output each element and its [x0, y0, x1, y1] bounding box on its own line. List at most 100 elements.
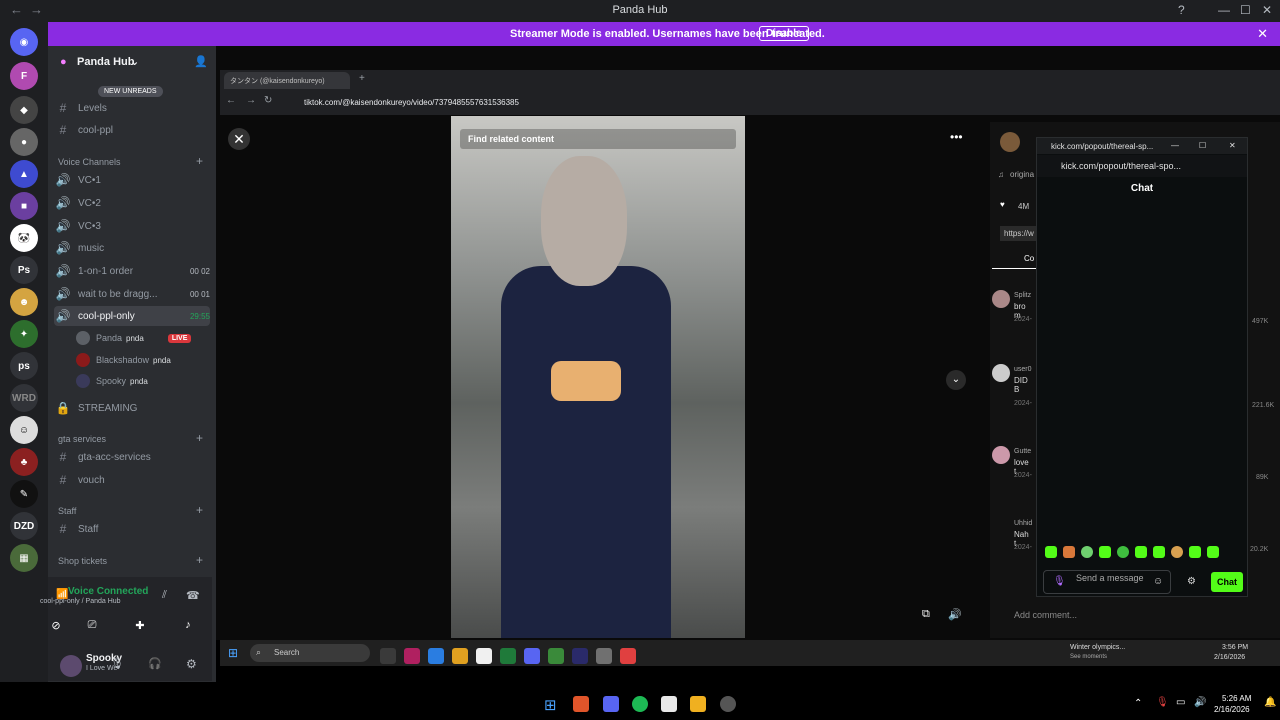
maximize-icon[interactable]: ☐ [1240, 3, 1251, 17]
emote-icon[interactable] [1081, 546, 1093, 558]
emote-icon[interactable] [1171, 546, 1183, 558]
channel-vouch[interactable]: # vouch [54, 470, 210, 490]
spotify-icon[interactable] [500, 648, 516, 664]
volume-icon[interactable]: 🔊 [948, 608, 962, 621]
server-icon[interactable]: ▦ [10, 544, 38, 572]
add-comment-input[interactable]: Add comment... [1010, 606, 1270, 626]
spotify-icon[interactable] [632, 696, 648, 712]
add-channel-icon[interactable]: + [196, 503, 203, 517]
channel-levels[interactable]: # Levels [54, 98, 210, 118]
emote-icon[interactable] [1135, 546, 1147, 558]
emote-icon[interactable] [1207, 546, 1219, 558]
noise-suppression-icon[interactable]: ⫽ [162, 589, 167, 602]
avatar[interactable] [60, 655, 82, 677]
tiktok-video[interactable] [451, 116, 745, 638]
app-icon[interactable] [572, 648, 588, 664]
server-icon[interactable]: ☻ [10, 288, 38, 316]
voice-channel-wait[interactable]: 🔊 wait to be dragg... 00 01 [54, 284, 210, 304]
channel-streaming[interactable]: 🔒 STREAMING [54, 398, 210, 418]
emote-icon[interactable] [1117, 546, 1129, 558]
close-video-icon[interactable]: ✕ [228, 128, 250, 150]
settings-gear-icon[interactable]: ⚙ [186, 657, 197, 671]
chevron-down-icon[interactable]: ⌄ [946, 370, 966, 390]
close-icon[interactable]: ✕ [1229, 141, 1236, 150]
emoji-icon[interactable]: ☺ [1153, 576, 1163, 587]
popout-address-bar[interactable]: kick.com/popout/thereal-spo... [1037, 155, 1247, 177]
add-channel-icon[interactable]: + [196, 431, 203, 445]
discord-icon[interactable] [524, 648, 540, 664]
settings-icon[interactable] [596, 648, 612, 664]
chat-send-button[interactable]: Chat [1211, 572, 1243, 592]
panda-hub-server-icon[interactable]: 🐼 [10, 224, 38, 252]
headphones-icon[interactable]: 🎧 [148, 657, 162, 670]
taskview-icon[interactable] [380, 648, 396, 664]
edge-icon[interactable] [428, 648, 444, 664]
emote-icon[interactable] [1189, 546, 1201, 558]
discord-icon[interactable] [603, 696, 619, 712]
disconnect-icon[interactable]: ☎ [186, 589, 200, 602]
category-voice-channels[interactable]: Voice Channels [58, 157, 121, 167]
store-icon[interactable] [476, 648, 492, 664]
voice-location[interactable]: cool-ppl-only / Panda Hub [40, 598, 190, 605]
taskbar-search[interactable]: Search [250, 644, 370, 662]
chevron-up-icon[interactable]: ⌃ [1134, 698, 1142, 709]
settings-gear-icon[interactable]: ⚙ [1187, 576, 1196, 587]
server-icon[interactable]: ♣ [10, 448, 38, 476]
voice-channel-music[interactable]: 🔊 music [54, 238, 210, 258]
category-gta-services[interactable]: gta services [58, 434, 106, 444]
reload-icon[interactable]: ↻ [264, 95, 272, 106]
chrome-icon[interactable] [620, 648, 636, 664]
add-channel-icon[interactable]: + [196, 154, 203, 168]
screen-share-icon[interactable]: ⎚ [74, 619, 110, 641]
obs-icon[interactable] [720, 696, 736, 712]
browser-tab[interactable]: タンタン (@kaisendonkureyo) [224, 72, 350, 89]
close-icon[interactable]: ✕ [1262, 3, 1272, 17]
windows-start-icon[interactable]: ⊞ [228, 646, 238, 660]
clock-time[interactable]: 5:26 AM [1222, 694, 1251, 703]
voice-member[interactable]: Spooky pnda [76, 372, 148, 390]
channel-gta-acc-services[interactable]: # gta-acc-services [54, 447, 210, 467]
maximize-icon[interactable]: ☐ [1199, 141, 1206, 150]
new-tab-icon[interactable]: + [359, 73, 365, 84]
channel-staff[interactable]: # Staff [54, 519, 210, 539]
activities-icon[interactable]: ✚ [122, 619, 158, 641]
close-banner-icon[interactable]: ✕ [1257, 26, 1268, 42]
picture-in-picture-icon[interactable]: ⧉ [922, 608, 930, 621]
voice-channel-cool-ppl-only[interactable]: 🔊 cool-ppl-only 29:55 [54, 306, 210, 326]
server-icon[interactable]: ✦ [10, 320, 38, 348]
category-shop-tickets[interactable]: Shop tickets [58, 556, 107, 566]
avatar[interactable] [1000, 132, 1020, 152]
channel-cool-ppl[interactable]: # cool-ppl [54, 120, 210, 140]
emote-icon[interactable] [1063, 546, 1075, 558]
voice-channel-vc3[interactable]: 🔊 VC•3 [54, 216, 210, 236]
server-icon-ps[interactable]: Ps [10, 256, 38, 284]
voice-member[interactable]: Blackshadow pnda [76, 351, 171, 369]
emote-icon[interactable] [1045, 546, 1057, 558]
file-explorer-icon[interactable] [690, 696, 706, 712]
server-icon[interactable]: ● [10, 128, 38, 156]
app-icon[interactable] [404, 648, 420, 664]
windows-start-icon[interactable]: ⊞ [544, 696, 557, 714]
server-icon-ps[interactable]: ps [10, 352, 38, 380]
add-member-icon[interactable]: 👤 [194, 55, 208, 68]
server-icon[interactable]: ✎ [10, 480, 38, 508]
server-icon-wrd[interactable]: WRD [10, 384, 38, 412]
clock-date[interactable]: 2/16/2026 [1214, 705, 1250, 714]
network-icon[interactable]: ▭ [1176, 697, 1185, 708]
file-explorer-icon[interactable] [452, 648, 468, 664]
find-related-content-bar[interactable]: Find related content [460, 129, 736, 149]
voice-channel-vc2[interactable]: 🔊 VC•2 [54, 193, 210, 213]
new-unreads-pill[interactable]: NEW UNREADS [98, 86, 163, 97]
address-bar[interactable]: tiktok.com/@kaisendonkureyo/video/737948… [304, 98, 1064, 107]
server-header[interactable]: ● Panda Hub ⌄ 👤 [48, 46, 216, 76]
share-link[interactable]: https://w [1000, 226, 1038, 241]
notifications-icon[interactable]: 🔔 [1264, 697, 1276, 708]
server-icon-dzd[interactable]: DZD [10, 512, 38, 540]
discord-home-icon[interactable]: ◉ [10, 28, 38, 56]
forward-arrow-icon[interactable]: → [246, 95, 256, 106]
microphone-icon[interactable]: 🎙 [1156, 697, 1169, 708]
tab-comments[interactable]: Co [1024, 254, 1034, 263]
server-icon[interactable]: ☺ [10, 416, 38, 444]
weather-widget[interactable]: Winter olympics... [1070, 644, 1125, 651]
emote-icon[interactable] [1099, 546, 1111, 558]
